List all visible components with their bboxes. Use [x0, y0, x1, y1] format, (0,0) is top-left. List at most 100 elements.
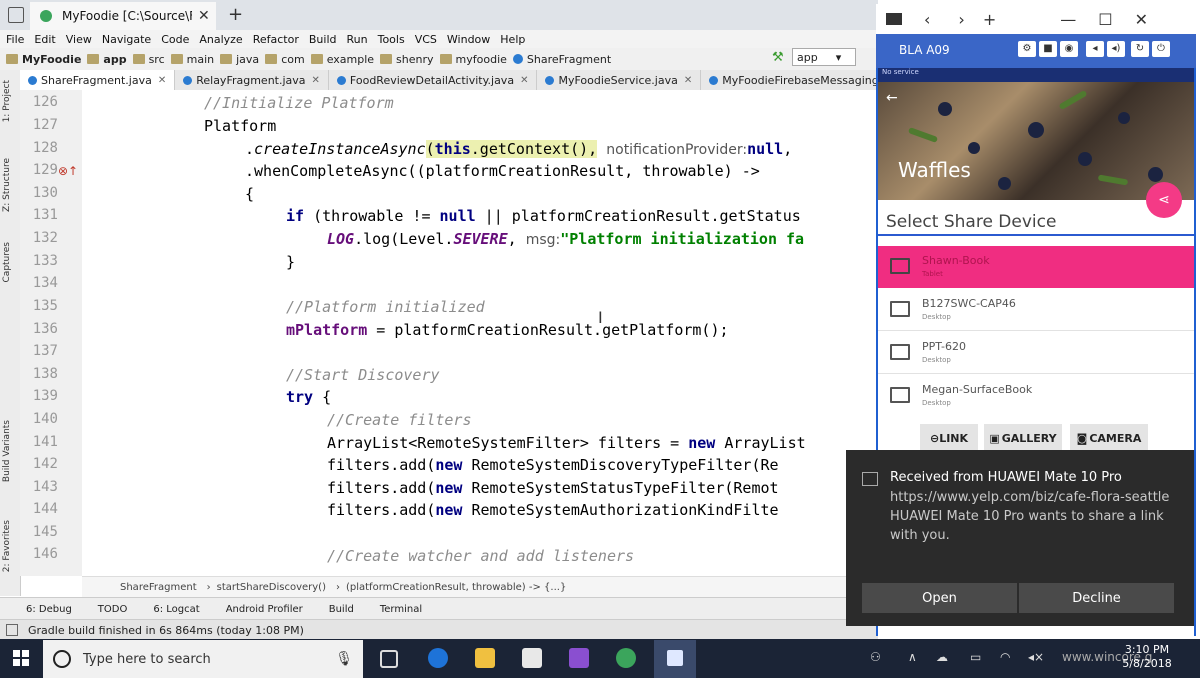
menu-analyze[interactable]: Analyze	[199, 33, 242, 46]
edge-icon[interactable]	[428, 648, 448, 668]
title-underline	[878, 234, 1194, 236]
close-icon[interactable]: ✕	[520, 75, 528, 86]
visual-studio-icon[interactable]	[569, 648, 589, 668]
new-tab-button[interactable]: +	[228, 4, 243, 25]
breadcrumb-myfoodie[interactable]: myfoodie	[439, 53, 507, 66]
rotate-icon[interactable]: ↻	[1131, 41, 1149, 57]
file-explorer-icon[interactable]	[475, 648, 495, 668]
menu-file[interactable]: File	[6, 33, 24, 46]
maximize-icon[interactable]: ☐	[1098, 10, 1112, 29]
close-icon[interactable]: ✕	[312, 75, 320, 86]
tray-app-icon[interactable]: ▭	[970, 650, 981, 664]
onedrive-icon[interactable]: ☁	[936, 650, 948, 664]
store-icon[interactable]	[522, 648, 542, 668]
tab-foodreviewdetailactivity[interactable]: FoodReviewDetailActivity.java ✕	[329, 70, 538, 90]
folder-icon	[439, 54, 452, 64]
window-tab[interactable]: MyFoodie [C:\Source\F ✕	[30, 2, 216, 30]
menu-navigate[interactable]: Navigate	[102, 33, 151, 46]
close-icon[interactable]: ✕	[198, 8, 210, 24]
run-config-select[interactable]: app ▾	[792, 48, 856, 66]
line-number: 136	[32, 321, 58, 337]
camera-button[interactable]: ◙ CAMERA	[1070, 424, 1148, 452]
microphone-icon[interactable]: 🎙	[335, 651, 353, 667]
menu-window[interactable]: Window	[447, 33, 490, 46]
gallery-button[interactable]: ▣ GALLERY	[984, 424, 1062, 452]
breadcrumb-app[interactable]: app	[87, 53, 127, 66]
taskbar-clock[interactable]: 3:10 PM 5/8/2018	[1117, 643, 1177, 671]
tab-firebasemessagingservice[interactable]: MyFoodieFirebaseMessagingService.java✕	[701, 70, 878, 90]
volume-up-icon[interactable]: ◂)	[1107, 41, 1125, 57]
power-icon[interactable]: ⏻	[1152, 41, 1170, 57]
crumb-lambda[interactable]: (platformCreationResult, throwable) -> {…	[346, 582, 566, 593]
code-line-138: //Start Discovery	[286, 366, 440, 384]
minimize-icon[interactable]: —	[1060, 10, 1076, 29]
close-icon[interactable]: ✕	[158, 75, 166, 86]
close-icon[interactable]: ✕	[1135, 10, 1148, 29]
menu-vcs[interactable]: VCS	[415, 33, 437, 46]
menu-run[interactable]: Run	[347, 33, 368, 46]
menu-tools[interactable]: Tools	[378, 33, 405, 46]
tool-debug[interactable]: 6: Debug	[26, 604, 72, 615]
wifi-icon[interactable]: ◠	[1000, 650, 1010, 664]
crumb-method[interactable]: startShareDiscovery()	[217, 582, 326, 593]
menu-build[interactable]: Build	[309, 33, 337, 46]
taskbar-search[interactable]: Type here to search 🎙	[43, 640, 363, 678]
device-item-megan-surfacebook[interactable]: Megan-SurfaceBook Desktop	[878, 375, 1194, 417]
menu-code[interactable]: Code	[161, 33, 189, 46]
override-marker-icon[interactable]: ⊗↑	[58, 164, 78, 178]
breadcrumb-example[interactable]: example	[310, 53, 374, 66]
status-text: Gradle build finished in 6s 864ms (today…	[28, 623, 304, 637]
breadcrumb-src[interactable]: src	[132, 53, 165, 66]
chevron-up-icon[interactable]: ∧	[908, 650, 917, 664]
tool-todo[interactable]: TODO	[98, 604, 128, 615]
window-switch-icon[interactable]	[8, 7, 24, 23]
toggle-panel-icon[interactable]	[6, 624, 18, 636]
tool-android-profiler[interactable]: Android Profiler	[226, 604, 303, 615]
menu-view[interactable]: View	[66, 33, 92, 46]
android-studio-taskbar-icon[interactable]	[616, 648, 636, 668]
settings-icon[interactable]: ⚙	[1018, 41, 1036, 57]
camera-icon[interactable]: ◉	[1060, 41, 1078, 57]
breadcrumb-main[interactable]: main	[170, 53, 214, 66]
emulator-taskbar-button[interactable]	[654, 640, 696, 678]
back-arrow-icon[interactable]: ←	[886, 90, 898, 106]
people-icon[interactable]: ⚇	[870, 650, 881, 664]
breadcrumb-sharefragment[interactable]: ShareFragment	[512, 53, 611, 66]
tab-sharefragment[interactable]: ShareFragment.java ✕	[20, 70, 176, 90]
share-fab[interactable]: ⋖	[1146, 182, 1182, 218]
breadcrumb-java[interactable]: java	[220, 53, 259, 66]
crumb-class[interactable]: ShareFragment	[120, 582, 197, 593]
windows-start-icon[interactable]	[13, 650, 29, 666]
tool-build[interactable]: Build	[329, 604, 354, 615]
video-icon[interactable]: ■	[1039, 41, 1057, 57]
menu-help[interactable]: Help	[500, 33, 525, 46]
code-line-143: filters.add(new RemoteSystemStatusTypeFi…	[327, 479, 779, 497]
code-line-140: //Create filters	[327, 411, 472, 429]
code-editor[interactable]: //Initialize Platform Platform .createIn…	[82, 90, 878, 576]
device-item-ppt-620[interactable]: PPT-620 Desktop	[878, 332, 1194, 374]
volume-icon[interactable]: ◂×	[1028, 650, 1044, 664]
forward-icon[interactable]: ›	[958, 10, 964, 29]
device-item-b127swc-cap46[interactable]: B127SWC-CAP46 Desktop	[878, 289, 1194, 331]
tab-myfoodieservice[interactable]: MyFoodieService.java ✕	[537, 70, 702, 90]
tool-build-variants[interactable]: Build Variants	[2, 420, 12, 482]
link-button[interactable]: ⊖ LINK	[920, 424, 978, 452]
menu-refactor[interactable]: Refactor	[253, 33, 299, 46]
breadcrumb-project[interactable]: MyFoodie	[6, 53, 81, 66]
build-hammer-icon[interactable]: ⚒	[772, 50, 784, 65]
close-icon[interactable]: ✕	[684, 75, 692, 86]
volume-down-icon[interactable]: ◂	[1086, 41, 1104, 57]
tab-relayfragment[interactable]: RelayFragment.java ✕	[175, 70, 329, 90]
back-icon[interactable]: ‹	[924, 10, 930, 29]
notification-body: https://www.yelp.com/biz/cafe-flora-seat…	[890, 490, 1170, 543]
breadcrumb-shenry[interactable]: shenry	[380, 53, 434, 66]
tool-terminal[interactable]: Terminal	[380, 604, 422, 615]
add-icon[interactable]: +	[983, 10, 996, 29]
breadcrumb-com[interactable]: com	[265, 53, 305, 66]
device-item-shawn-book[interactable]: Shawn-Book Tablet	[878, 246, 1194, 288]
open-button[interactable]: Open	[862, 583, 1017, 613]
decline-button[interactable]: Decline	[1019, 583, 1174, 613]
menu-edit[interactable]: Edit	[34, 33, 55, 46]
tool-logcat[interactable]: 6: Logcat	[153, 604, 199, 615]
task-view-icon[interactable]	[380, 650, 398, 668]
